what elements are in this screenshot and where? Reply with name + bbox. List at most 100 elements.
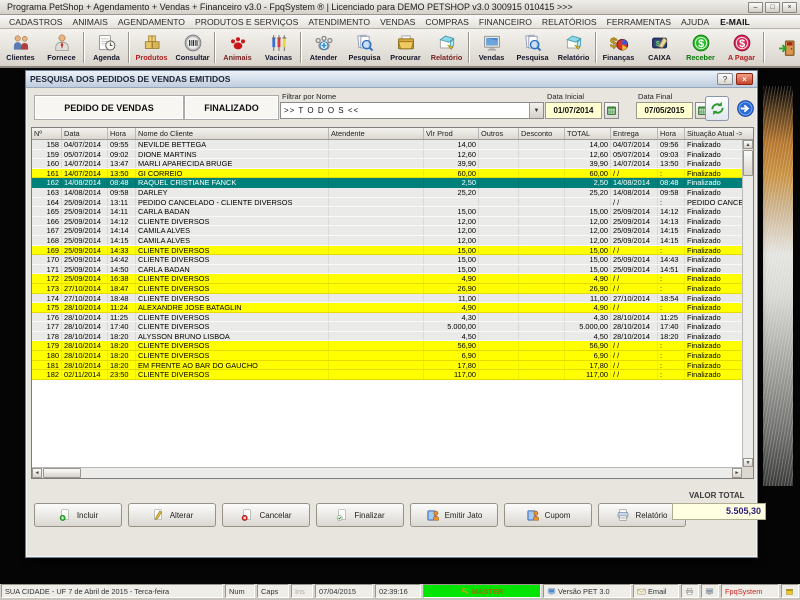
vertical-scroll-thumb[interactable] [743,150,753,176]
toolbar-caixa-button[interactable]: $CAIXA [639,30,680,65]
menu-item[interactable]: AJUDA [676,17,714,27]
emitir-jato-button[interactable]: Emitir Jato [410,503,498,527]
table-row[interactable]: 17025/09/201414:42CLIENTE DIVERSOS15,001… [32,255,742,265]
close-button[interactable]: × [736,73,753,85]
toolbar-relatorio-vendas-button[interactable]: Relatório [553,30,594,65]
table-row[interactable]: 15905/07/201409:02DIONE MARTINS12,6012,6… [32,150,742,160]
column-header[interactable]: Desconto [519,128,565,139]
column-header[interactable]: Situação Atual -> [685,128,742,139]
chevron-down-icon[interactable]: ▼ [529,103,543,118]
help-button[interactable]: ? [717,73,733,85]
toolbar-clientes-button[interactable]: Clientes [0,30,41,65]
menu-item[interactable]: ATENDIMENTO [303,17,375,27]
horizontal-scrollbar[interactable]: ◄ ► [32,467,742,478]
toolbar-pesquisa-atendimento-button[interactable]: Pesquisa [344,30,385,65]
table-row[interactable]: 17628/10/201411:25CLIENTE DIVERSOS4,304,… [32,313,742,323]
toolbar-sair-button[interactable] [766,30,800,65]
filter-name-select[interactable]: >> T O D O S << ▼ [280,102,544,119]
toolbar-a-pagar-button[interactable]: $A Pagar [721,30,762,65]
table-row[interactable]: 16214/08/201408:48RAQUEL CRISTIANE FANCK… [32,178,742,188]
restore-button[interactable]: □ [765,2,780,13]
table-row[interactable]: 17327/10/201418:47CLIENTE DIVERSOS26,902… [32,284,742,294]
toolbar-atender-button[interactable]: Atender [303,30,344,65]
table-row[interactable]: 16114/07/201413:50GI CORREIO60,0060,00/ … [32,169,742,179]
column-header[interactable]: Vlr Prod [424,128,479,139]
column-header[interactable]: Nº [32,128,62,139]
menu-item[interactable]: COMPRAS [420,17,473,27]
table-row[interactable]: 18128/10/201418:20EM FRENTE AO BAR DO GA… [32,361,742,371]
refresh-button[interactable] [705,96,729,121]
menu-item[interactable]: PRODUTOS E SERVIÇOS [190,17,303,27]
finalizar-button[interactable]: Finalizar [316,503,404,527]
scroll-down-icon[interactable]: ▼ [743,458,753,467]
toolbar-animais-button[interactable]: Animais [217,30,258,65]
menu-item[interactable]: FINANCEIRO [474,17,537,27]
table-row[interactable]: 16314/08/201409:58DARLEY25,2025,2014/08/… [32,188,742,198]
table-row[interactable]: 16625/09/201414:12CLIENTE DIVERSOS12,001… [32,217,742,227]
menu-item[interactable]: ANIMAIS [67,17,112,27]
incluir-button[interactable]: Incluir [34,503,122,527]
status-misc[interactable] [781,584,799,598]
table-row[interactable]: 15804/07/201409:55NEVILDE BETTEGA14,0014… [32,140,742,150]
toolbar-relatorio-atendimento-button[interactable]: Relatório [426,30,467,65]
status-printer[interactable] [681,584,699,598]
cupom-button[interactable]: Cupom [504,503,592,527]
table-row[interactable]: 16425/09/201413:11PEDIDO CANCELADO - CLI… [32,198,742,208]
date-start-field[interactable]: 01/07/2014 [545,102,602,119]
menu-item[interactable]: VENDAS [375,17,420,27]
date-end-field[interactable]: 07/05/2015 [636,102,693,119]
go-button[interactable] [733,96,757,121]
table-row[interactable]: 16525/09/201414:11CARLA BADAN15,0015,002… [32,207,742,217]
date-start-calendar-button[interactable] [604,102,619,119]
column-header[interactable]: Nome do Cliente [136,128,329,139]
column-header[interactable]: Hora [658,128,685,139]
table-row[interactable]: 17928/10/201418:20CLIENTE DIVERSOS56,905… [32,341,742,351]
column-header[interactable]: Data [62,128,108,139]
menu-item[interactable]: FERRAMENTAS [602,17,676,27]
toolbar-vacinas-button[interactable]: Vacinas [258,30,299,65]
table-row[interactable]: 18028/10/201418:20CLIENTE DIVERSOS6,906,… [32,351,742,361]
table-row[interactable]: 17427/10/201418:48CLIENTE DIVERSOS11,001… [32,294,742,304]
column-header[interactable]: Hora [108,128,136,139]
table-row[interactable]: 17225/09/201416:38CLIENTE DIVERSOS4,904,… [32,274,742,284]
column-header[interactable]: Atendente [329,128,424,139]
column-header[interactable]: TOTAL [565,128,611,139]
scroll-up-icon[interactable]: ▲ [743,140,753,149]
close-button[interactable]: × [782,2,797,13]
table-row[interactable]: 17528/10/201411:24ALEXANDRE JOSE BATAGLI… [32,303,742,313]
toolbar-consultar-button[interactable]: Consultar [172,30,213,65]
table-row[interactable]: 17828/10/201418:20ALYSSON BRUNO LISBOA4,… [32,332,742,342]
horizontal-scroll-thumb[interactable] [43,468,81,478]
toolbar-procurar-button[interactable]: Procurar [385,30,426,65]
table-row[interactable]: 17125/09/201414:50CARLA BADAN15,0015,002… [32,265,742,275]
toolbar-financas-button[interactable]: $Finanças [598,30,639,65]
table-row[interactable]: 16825/09/201414:15CAMILA ALVES12,0012,00… [32,236,742,246]
menu-item[interactable]: CADASTROS [4,17,67,27]
cancelar-button[interactable]: Cancelar [222,503,310,527]
menu-item[interactable]: AGENDAMENTO [113,17,190,27]
toolbar-label: Pesquisa [348,53,380,62]
table-row[interactable]: 17728/10/201417:40CLIENTE DIVERSOS5.000,… [32,322,742,332]
status-email[interactable]: Email [633,584,679,598]
table-row[interactable]: 16725/09/201414:14CAMILA ALVES12,0012,00… [32,226,742,236]
menu-item[interactable]: RELATÓRIOS [537,17,602,27]
minimize-button[interactable]: – [748,2,763,13]
table-row[interactable]: 16014/07/201413:47MARLI APARECIDA BRUGE3… [32,159,742,169]
syringes-icon [269,33,289,53]
menu-email[interactable]: E-MAIL [714,17,754,27]
scroll-right-icon[interactable]: ► [732,468,742,478]
toolbar-pesquisa-vendas-button[interactable]: Pesquisa [512,30,553,65]
table-row[interactable]: 16925/09/201414:33CLIENTE DIVERSOS15,001… [32,246,742,256]
toolbar-produtos-button[interactable]: Produtos [131,30,172,65]
scroll-left-icon[interactable]: ◄ [32,468,42,478]
vertical-scrollbar[interactable]: ▲ ▼ [742,140,753,467]
toolbar-receber-button[interactable]: $Receber [680,30,721,65]
column-header[interactable]: Entrega [611,128,658,139]
alterar-button[interactable]: Alterar [128,503,216,527]
toolbar-fornecedores-button[interactable]: Fornece [41,30,82,65]
toolbar-agenda-button[interactable]: Agenda [86,30,127,65]
table-row[interactable]: 18202/11/201423:50CLIENTE DIVERSOS117,00… [32,370,742,380]
column-header[interactable]: Outros [479,128,519,139]
status-monitor[interactable] [701,584,719,598]
toolbar-vendas-button[interactable]: Vendas [471,30,512,65]
